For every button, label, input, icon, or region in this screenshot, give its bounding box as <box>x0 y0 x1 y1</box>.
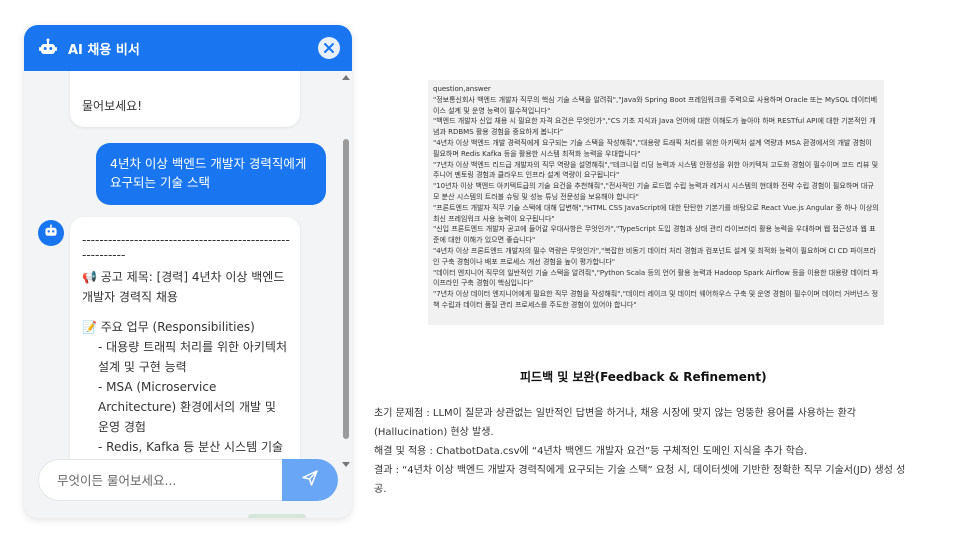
csv-header: question,answer <box>433 85 491 93</box>
bot-message: ----------------------------------------… <box>70 217 300 469</box>
job-post-title: 📢 공고 제목: [경력] 4년차 이상 백엔드 개발자 경력직 채용 <box>82 270 285 304</box>
chat-header: AI 채용 비서 <box>24 25 352 71</box>
robot-icon <box>43 223 59 243</box>
user-message-text: 4년차 이상 백엔드 개발자 경력직에게 요구되는 기술 스택 <box>110 156 307 190</box>
send-button[interactable] <box>282 459 338 501</box>
bot-message-previous: 물어보세요! <box>70 71 300 127</box>
scroll-thumb[interactable] <box>343 139 349 439</box>
csv-row: "정보통신회사 백엔드 개발자 직무의 핵심 기술 스택을 알려줘","Java… <box>433 95 878 115</box>
csv-row: "4년차 이상 백엔드 개발 경력직에게 요구되는 기술 스택을 작성해줘","… <box>433 138 872 158</box>
close-icon <box>323 39 335 58</box>
decorative-pill <box>248 514 306 518</box>
section-title: 피드백 및 보완(Feedback & Refinement) <box>520 370 767 384</box>
responsibility-item: - 대용량 트래픽 처리를 위한 아키텍처 설계 및 구현 능력 <box>98 340 288 374</box>
chat-title: AI 채용 비서 <box>68 42 140 58</box>
csv-row: "백엔드 개발자 신입 채용 시 필요한 자격 요건은 무엇인가","CS 기초… <box>433 117 876 137</box>
close-button[interactable] <box>318 37 340 59</box>
chat-input[interactable] <box>38 459 284 501</box>
bot-message-text: 물어보세요! <box>82 99 143 113</box>
csv-row: "7년차 이상 백엔드 리드급 개발자의 직무 역량을 설명해줘","테크니컬 … <box>433 160 879 180</box>
message-list: 물어보세요! 4년차 이상 백엔드 개발자 경력직에게 요구되는 기술 스택 -… <box>24 71 352 469</box>
chat-widget: AI 채용 비서 물어보세요! 4년차 이상 백엔드 개발자 경력직에게 요구되… <box>24 25 352 518</box>
csv-row: "신입 프론트엔드 개발자 공고에 들어갈 우대사항은 무엇인가","TypeS… <box>433 225 876 245</box>
problem-line: 초기 문제점 : LLM이 질문과 상관없는 일반적인 답변을 하거나, 채용 … <box>374 408 856 438</box>
csv-row: "10년차 이상 백엔드 아키텍트급의 기술 요건을 추천해줘","전사적인 기… <box>433 182 874 201</box>
message-divider: ----------------------------------------… <box>82 233 290 262</box>
solution-line: 해결 및 적용 : ChatbotData.csv에 “4년차 백엔드 개발자 … <box>374 446 808 457</box>
bot-avatar <box>38 220 64 246</box>
dataset-preview: question,answer "정보통신회사 백엔드 개발자 직무의 핵심 기… <box>428 80 884 325</box>
csv-row: "7년차 이상 데이터 엔지니어에게 필요한 직무 경험을 작성해줘","데이터… <box>433 290 879 309</box>
responsibility-item: - MSA (Microservice Architecture) 환경에서의 … <box>98 380 276 434</box>
message-scrollbar[interactable] <box>342 75 350 467</box>
csv-row: "프론트엔드 개발자 직무 기술 스택에 대해 답변해","HTML CSS J… <box>433 203 879 223</box>
result-line: 결과 : “4년차 이상 백엔드 개발자 경력직에게 요구되는 기술 스택” 요… <box>374 465 906 495</box>
robot-icon <box>38 38 58 58</box>
chat-input-bar <box>38 459 344 501</box>
feedback-description: 초기 문제점 : LLM이 질문과 상관없는 일반적인 답변을 하거나, 채용 … <box>374 404 914 499</box>
user-message: 4년차 이상 백엔드 개발자 경력직에게 요구되는 기술 스택 <box>96 143 326 205</box>
responsibilities-heading: 📝 주요 업무 (Responsibilities) <box>82 320 255 334</box>
csv-row: "4년차 이상 프론트엔드 개발자의 필수 역량은 무엇인가","복잡한 비동기… <box>433 246 876 266</box>
scroll-up-icon[interactable] <box>342 75 350 80</box>
send-icon <box>301 469 319 491</box>
csv-row: "데이터 엔지니어 직무의 일반적인 기술 스택을 알려줘","Python S… <box>433 268 879 288</box>
